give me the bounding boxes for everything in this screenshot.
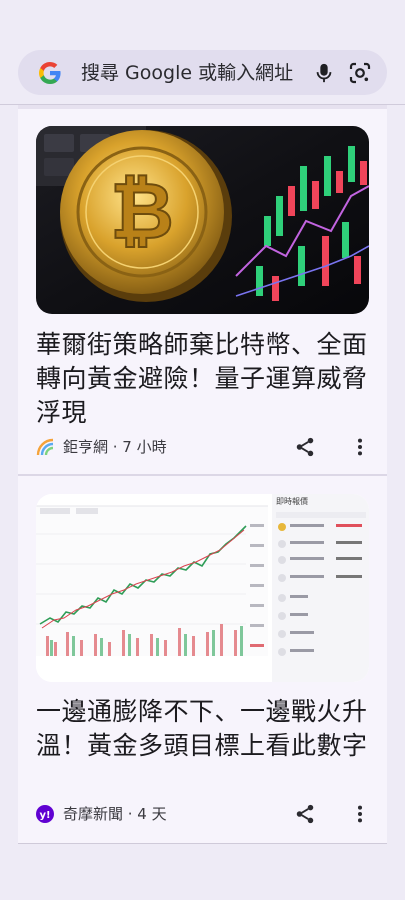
article-meta: y! 奇摩新聞 · 4 天 — [36, 802, 369, 826]
news-card[interactable]: ₿ 華爾街策略師棄比特幣、全面轉向黃金避險！量子運算威脅浮現 鉅亨網 · 7 小… — [18, 105, 387, 473]
source-and-time: 鉅亨網 · 7 小時 — [63, 438, 167, 456]
svg-text:₿: ₿ — [110, 167, 174, 257]
article-title[interactable]: 華爾街策略師棄比特幣、全面轉向黃金避險！量子運算威脅浮現 — [36, 328, 369, 430]
news-card[interactable]: 即時報價 一邊通膨降不下、一邊戰火升溫！黃金多頭目標上看此數字 y! 奇摩新聞 … — [18, 475, 387, 843]
search-bar[interactable]: 搜尋 Google 或輸入網址 — [18, 50, 387, 95]
quote-panel-title: 即時報價 — [276, 497, 308, 506]
google-logo-icon — [39, 62, 61, 84]
mic-icon[interactable] — [313, 61, 335, 85]
feed-bottom-divider — [18, 843, 387, 844]
yahoo-logo-icon: y! — [36, 805, 54, 823]
share-icon[interactable] — [294, 803, 316, 825]
cnyes-logo-icon — [36, 438, 54, 456]
google-lens-icon[interactable] — [348, 61, 372, 85]
article-image-gold-chart[interactable]: 即時報價 — [36, 494, 369, 682]
article-meta: 鉅亨網 · 7 小時 — [36, 435, 369, 459]
svg-text:y!: y! — [39, 810, 50, 821]
news-feed: ₿ 華爾街策略師棄比特幣、全面轉向黃金避險！量子運算威脅浮現 鉅亨網 · 7 小… — [18, 105, 387, 843]
bitcoin-chart-illustration: ₿ — [36, 126, 369, 314]
article-title[interactable]: 一邊通膨降不下、一邊戰火升溫！黃金多頭目標上看此數字 — [36, 695, 369, 763]
source-and-time: 奇摩新聞 · 4 天 — [63, 805, 167, 823]
share-icon[interactable] — [294, 436, 316, 458]
search-input[interactable]: 搜尋 Google 或輸入網址 — [81, 61, 301, 85]
more-vert-icon[interactable] — [349, 803, 371, 825]
article-image-bitcoin[interactable]: ₿ — [36, 126, 369, 314]
toolbar-dots — [40, 508, 98, 514]
more-vert-icon[interactable] — [349, 436, 371, 458]
gold-price-chart-screenshot: 即時報價 — [36, 494, 369, 682]
